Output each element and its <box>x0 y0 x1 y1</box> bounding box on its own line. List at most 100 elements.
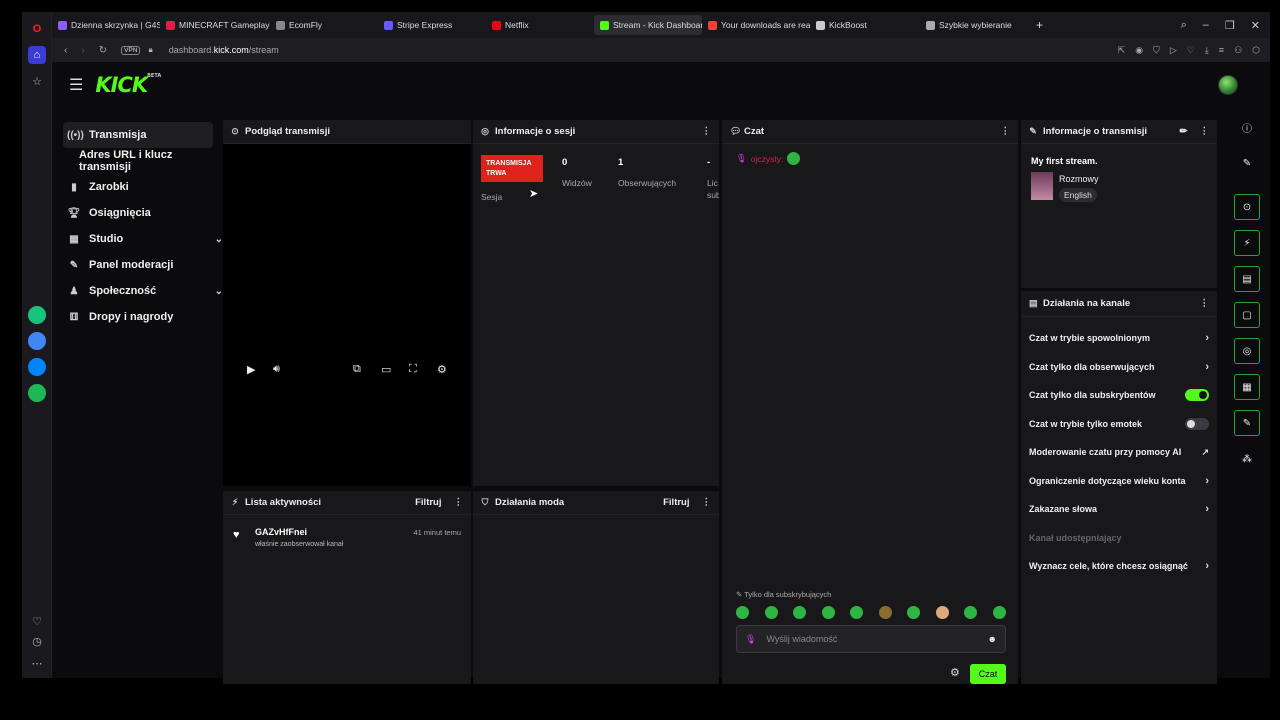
emote-icon[interactable] <box>964 606 977 619</box>
edit-icon[interactable]: ✏︎ <box>1180 126 1188 137</box>
home-icon[interactable]: ⌂ <box>28 46 46 64</box>
download-icon[interactable]: ⤓ <box>1205 45 1209 56</box>
emote-only-toggle[interactable] <box>1185 417 1209 430</box>
emote-icon[interactable] <box>878 606 892 619</box>
chat-input[interactable]: 🎙︎ Wyślij wiadomość ☻ <box>736 625 1006 653</box>
goals-row[interactable]: Wyznacz cele, które chcesz osiągnąć › <box>1021 552 1217 581</box>
emote-icon[interactable] <box>764 606 778 619</box>
info-icon[interactable]: ⓘ <box>1234 114 1260 140</box>
close-icon[interactable]: ✕ <box>1251 19 1260 32</box>
subscribers-only-toggle[interactable] <box>1185 389 1209 402</box>
emote-icon[interactable] <box>992 606 1006 619</box>
sidebar-item-panel-moderacji[interactable]: ✎ Panel moderacji <box>53 252 223 278</box>
menu-icon[interactable]: ≡ <box>1219 45 1224 56</box>
user-avatar[interactable] <box>1218 75 1238 95</box>
volume-icon[interactable]: 🔊︎ <box>273 363 280 376</box>
more-icon[interactable]: ⋯ <box>28 654 46 672</box>
chatgpt-icon[interactable] <box>28 306 46 324</box>
kebab-menu-icon[interactable]: ⋮ <box>1001 126 1011 137</box>
tab-3[interactable]: Stripe Express <box>378 15 486 35</box>
account-age-row[interactable]: Ograniczenie dotyczące wieku konta › <box>1021 467 1217 496</box>
pencil-icon[interactable]: ✎ <box>1234 150 1260 176</box>
messenger-icon[interactable] <box>28 358 46 376</box>
forward-icon[interactable]: › <box>81 45 84 56</box>
bookmark-icon[interactable]: ♡ <box>1187 45 1195 56</box>
url-field[interactable]: dashboard.kick.com/stream <box>169 45 279 55</box>
sidebar-item-stream-url[interactable]: Adres URL i klucz transmisji <box>53 148 223 174</box>
mod-widget-icon[interactable]: ✎ <box>1234 410 1260 436</box>
extensions-icon[interactable]: ⬡ <box>1252 45 1260 56</box>
channel-widget-icon[interactable]: ▦ <box>1234 374 1260 400</box>
kebab-menu-icon[interactable]: ⋮ <box>702 126 712 137</box>
chat-widget-icon[interactable]: ▢ <box>1234 302 1260 328</box>
info-widget-icon[interactable]: ▤ <box>1234 266 1260 292</box>
apps-icon[interactable]: ⁂ <box>1234 446 1260 472</box>
chevron-down-icon[interactable]: ⌄ <box>215 286 223 297</box>
emote-icon[interactable] <box>907 606 920 619</box>
minimize-icon[interactable]: – <box>1203 19 1209 32</box>
tab-6[interactable]: Your downloads are ready <box>702 15 810 35</box>
kick-logo[interactable]: KICKBETA <box>95 73 161 97</box>
tab-0[interactable]: Dzienna skrzynka | G4Skin <box>52 15 160 35</box>
spotify-icon[interactable] <box>28 384 46 402</box>
emote-icon[interactable] <box>850 606 863 619</box>
activity-widget-icon[interactable]: ⚡︎ <box>1234 230 1260 256</box>
chat-settings-icon[interactable]: ⚙ <box>950 666 960 679</box>
back-icon[interactable]: ‹ <box>64 45 67 56</box>
sidebar-item-zarobki[interactable]: ▮ Zarobki <box>53 174 223 200</box>
filter-button[interactable]: Filtruj <box>663 497 689 508</box>
vpn-badge[interactable]: VPN <box>121 45 141 55</box>
category-name[interactable]: Rozmowy <box>1059 174 1099 184</box>
opera-logo-icon[interactable]: O <box>28 20 46 38</box>
tab-5[interactable]: Stream - Kick Dashboard <box>594 15 702 35</box>
banned-words-row[interactable]: Zakazane słowa › <box>1021 495 1217 524</box>
chevron-down-icon[interactable]: ⌄ <box>215 234 223 245</box>
fullscreen-icon[interactable]: ⛶ <box>409 363 417 376</box>
tab-2[interactable]: EcomFly <box>270 15 378 35</box>
theater-icon[interactable]: ▭ <box>381 363 391 376</box>
emote-icon[interactable] <box>821 606 835 619</box>
video-player[interactable]: ▶ 🔊︎ ⧉ ▭ ⛶ ⚙ <box>223 144 471 486</box>
heart-icon[interactable]: ♡ <box>28 612 46 630</box>
kebab-menu-icon[interactable]: ⋮ <box>1200 126 1210 137</box>
kebab-menu-icon[interactable]: ⋮ <box>702 497 712 508</box>
sidebar-item-studio[interactable]: ▦ Studio ⌄ <box>53 226 223 252</box>
emoji-icon[interactable]: ☻ <box>988 634 997 644</box>
tab-1[interactable]: MINECRAFT Gameplay <box>160 15 270 35</box>
history-icon[interactable]: ◷ <box>28 632 46 650</box>
activity-user[interactable]: GAZvHfFnei <box>255 527 307 537</box>
sidebar-item-transmisja[interactable]: ((•)) Transmisja <box>63 122 213 148</box>
emote-only-row[interactable]: Czat w trybie tylko emotek <box>1021 410 1217 439</box>
camera-icon[interactable]: ◉ <box>1135 45 1143 56</box>
pip-icon[interactable]: ⧉ <box>353 363 361 376</box>
sidebar-item-osiagniecia[interactable]: 🏆︎ Osiągnięcia <box>53 200 223 226</box>
chat-send-button[interactable]: Czat <box>970 664 1006 684</box>
sidebar-item-spolecznosc[interactable]: ♟ Społeczność ⌄ <box>53 278 223 304</box>
new-tab-icon[interactable]: + <box>1030 15 1050 35</box>
chat-username[interactable]: ojczysty: <box>751 154 784 164</box>
tab-7[interactable]: KickBoost <box>810 15 920 35</box>
sidebar-item-dropy[interactable]: ⚅ Dropy i nagrody <box>53 304 223 330</box>
adblock-icon[interactable]: ⛉ <box>1153 45 1160 56</box>
play-icon[interactable]: ▶ <box>247 363 255 376</box>
session-widget-icon[interactable]: ◎ <box>1234 338 1260 364</box>
bard-icon[interactable] <box>28 332 46 350</box>
kebab-menu-icon[interactable]: ⋮ <box>1200 298 1210 309</box>
speed-dial-icon[interactable]: ☆ <box>28 72 46 90</box>
share-icon[interactable]: ⇱ <box>1118 45 1126 56</box>
slow-mode-row[interactable]: Czat w trybie spowolnionym › <box>1021 324 1217 353</box>
emote-icon[interactable] <box>793 606 806 619</box>
player-icon[interactable]: ▷ <box>1170 45 1177 56</box>
ai-moderation-row[interactable]: Moderowanie czatu przy pomocy AI ↗ <box>1021 438 1217 467</box>
settings-icon[interactable]: ⚙ <box>437 363 447 376</box>
filter-button[interactable]: Filtruj <box>415 497 441 508</box>
search-tabs-icon[interactable]: ⌕ <box>1181 19 1187 32</box>
subscribers-only-row[interactable]: Czat tylko dla subskrybentów <box>1021 381 1217 410</box>
kebab-menu-icon[interactable]: ⋮ <box>454 497 464 508</box>
emote-icon[interactable] <box>935 606 949 619</box>
tab-4[interactable]: Netflix <box>486 15 594 35</box>
preview-widget-icon[interactable]: ⊙ <box>1234 194 1260 220</box>
profile-icon[interactable]: ⚇ <box>1234 45 1242 56</box>
hamburger-icon[interactable]: ☰ <box>69 75 83 95</box>
tab-8[interactable]: Szybkie wybieranie <box>920 15 1030 35</box>
